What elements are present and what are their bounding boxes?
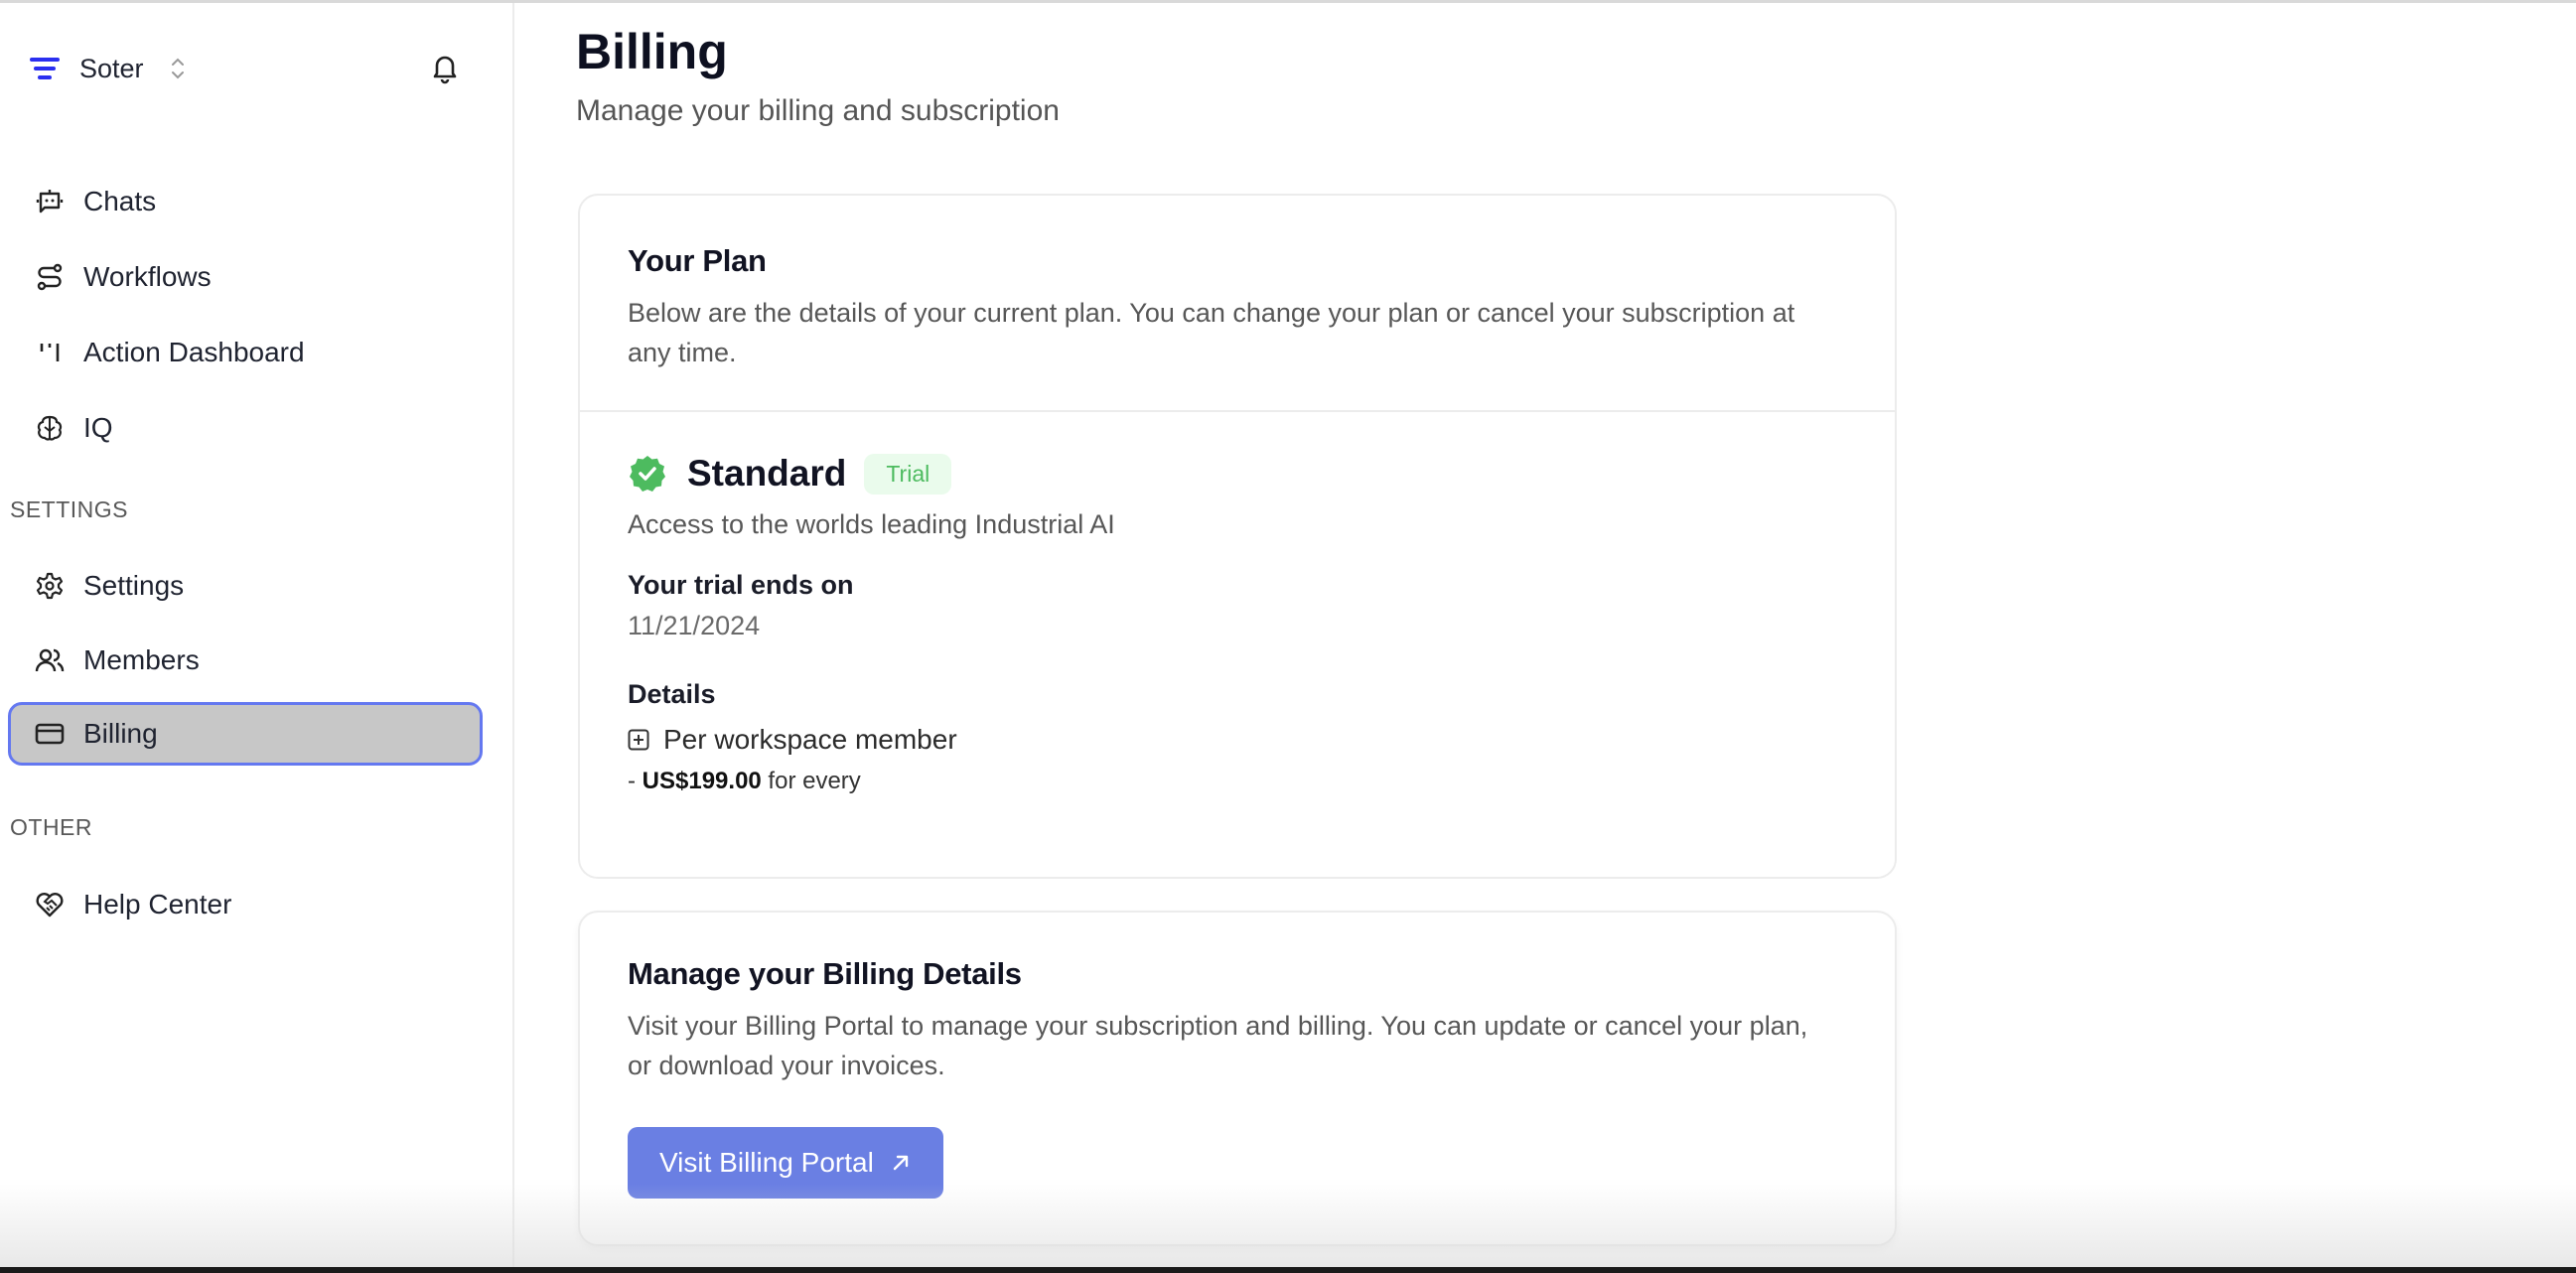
page-title: Billing (576, 24, 728, 79)
users-icon (34, 644, 66, 676)
plan-tagline: Access to the worlds leading Industrial … (628, 509, 1115, 539)
other-section-label: OTHER (10, 814, 92, 840)
plan-name: Standard (687, 453, 847, 494)
sidebar-item-help-center[interactable]: Help Center (8, 873, 483, 936)
plan-card-title: Your Plan (628, 243, 767, 278)
price-prefix: - (628, 768, 643, 794)
manage-card-title: Manage your Billing Details (628, 956, 1022, 991)
screen-bottom-edge (0, 1267, 2576, 1273)
plan-details: Standard Trial Access to the worlds lead… (580, 412, 1895, 795)
trial-status-badge: Trial (864, 453, 952, 495)
manage-card-description: Visit your Billing Portal to manage your… (628, 1011, 1808, 1080)
price-amount: US$199.00 (642, 768, 762, 794)
credit-card-icon (34, 718, 66, 750)
detail-item-label: Per workspace member (663, 724, 957, 755)
price-line: - US$199.00 for every (628, 768, 1847, 795)
sidebar-item-label: Settings (83, 570, 185, 601)
sidebar-item-workflows[interactable]: Workflows (8, 245, 483, 309)
plan-card-header: Your Plan Below are the details of your … (580, 196, 1895, 412)
kanban-icon (34, 337, 66, 368)
workspace-switcher[interactable]: Soter (28, 51, 186, 86)
sidebar-item-members[interactable]: Members (8, 629, 483, 692)
detail-item: Per workspace member (628, 724, 1847, 756)
external-arrow-icon (893, 1155, 908, 1171)
workspace-name: Soter (79, 53, 144, 83)
visit-billing-portal-button[interactable]: Visit Billing Portal (628, 1127, 943, 1199)
chevrons-up-down-icon (171, 58, 184, 79)
sidebar-item-label: Workflows (83, 261, 212, 292)
sidebar-item-iq[interactable]: IQ (8, 396, 483, 460)
trial-end-date: 11/21/2024 (628, 611, 761, 640)
notification-bell-icon[interactable] (428, 51, 462, 84)
sidebar-item-label: Chats (83, 186, 157, 216)
brain-icon (34, 412, 66, 444)
sidebar-item-label: Members (83, 644, 200, 675)
sidebar-item-label: Billing (83, 718, 158, 749)
bot-icon (34, 186, 66, 217)
page-subtitle: Manage your billing and subscription (576, 94, 1060, 127)
route-icon (34, 261, 66, 293)
sidebar: Soter Chats Workflows Action Dashboard I… (0, 3, 514, 1270)
sidebar-item-label: Help Center (83, 889, 232, 919)
settings-section-label: SETTINGS (10, 496, 129, 522)
sidebar-item-label: Action Dashboard (83, 337, 305, 367)
sidebar-item-billing[interactable]: Billing (8, 702, 483, 766)
manage-billing-card: Manage your Billing Details Visit your B… (578, 911, 1897, 1246)
handshake-heart-icon (34, 889, 66, 920)
logo-icon (30, 58, 60, 79)
sidebar-item-settings[interactable]: Settings (8, 554, 483, 618)
your-plan-card: Your Plan Below are the details of your … (578, 194, 1897, 879)
sidebar-item-chats[interactable]: Chats (8, 170, 483, 233)
button-label: Visit Billing Portal (659, 1147, 874, 1178)
plus-square-icon (628, 729, 649, 751)
plan-card-description: Below are the details of your current pl… (628, 298, 1795, 367)
gear-icon (34, 570, 66, 602)
details-label: Details (628, 679, 716, 709)
sidebar-item-action-dashboard[interactable]: Action Dashboard (8, 321, 483, 384)
sidebar-item-label: IQ (83, 412, 113, 443)
app-window: Soter Chats Workflows Action Dashboard I… (0, 0, 2576, 1273)
price-suffix: for every (761, 768, 861, 794)
trial-ends-label: Your trial ends on (628, 570, 854, 600)
verified-badge-icon (630, 456, 665, 492)
